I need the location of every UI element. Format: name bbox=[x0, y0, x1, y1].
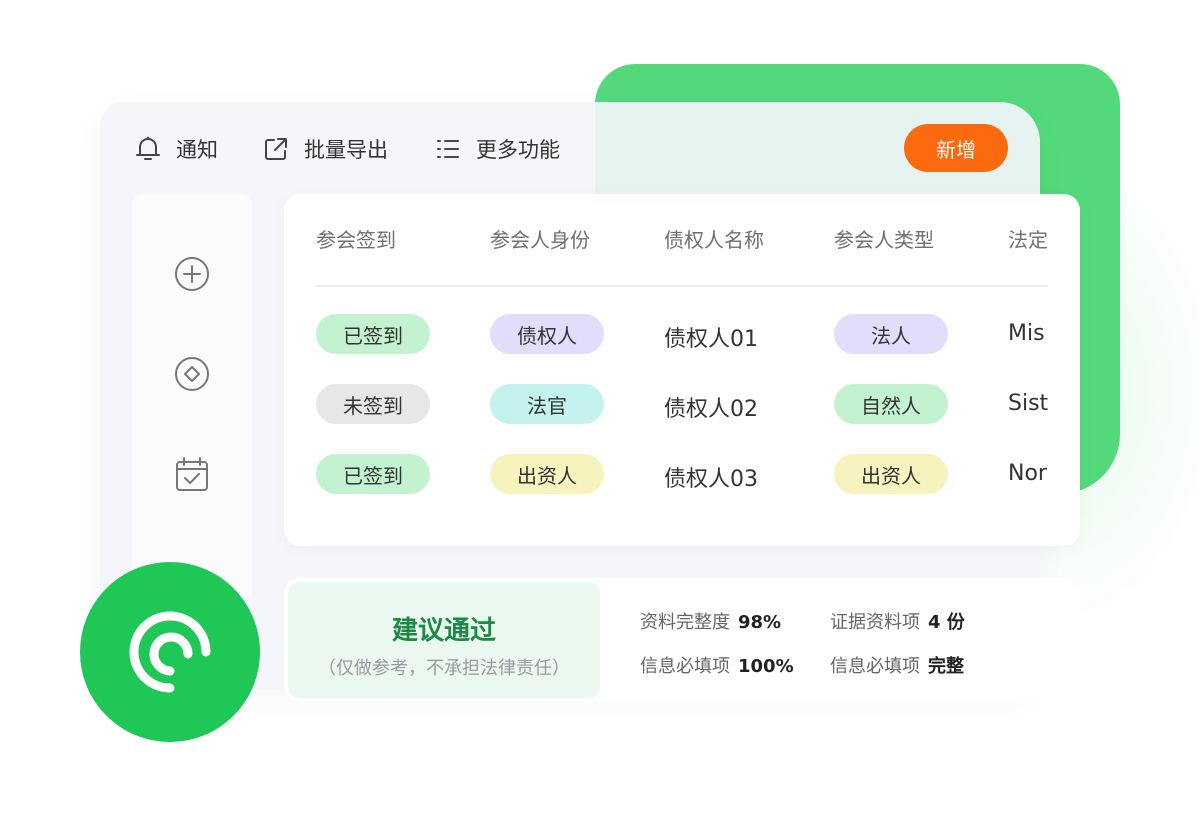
checkin-badge: 未签到 bbox=[316, 384, 430, 424]
batch-export-button[interactable]: 批量导出 bbox=[262, 134, 388, 164]
metric-completeness: 资料完整度 98% bbox=[640, 608, 781, 634]
more-functions-button[interactable]: 更多功能 bbox=[434, 134, 560, 164]
metric-label: 资料完整度 bbox=[640, 612, 730, 633]
recommendation-disclaimer: （仅做参考，不承担法律责任） bbox=[318, 658, 570, 679]
header-divider bbox=[316, 285, 1048, 287]
bell-icon bbox=[134, 135, 162, 163]
header-creditor-name: 债权人名称 bbox=[664, 228, 764, 252]
identity-badge: 债权人 bbox=[490, 314, 604, 354]
table-row[interactable]: 已签到 出资人 债权人03 出资人 Nor bbox=[284, 454, 1080, 494]
external-link-icon bbox=[262, 135, 290, 163]
checkin-badge: 已签到 bbox=[316, 454, 430, 494]
notice-button[interactable]: 通知 bbox=[134, 134, 218, 164]
identity-badge: 法官 bbox=[490, 384, 604, 424]
metric-required-status: 信息必填项 完整 bbox=[830, 652, 964, 678]
review-result-card: 建议通过 （仅做参考，不承担法律责任） 资料完整度 98% 证据资料项 4 份 信息… bbox=[284, 578, 1080, 702]
diamond-circle-icon[interactable] bbox=[172, 354, 212, 394]
metric-label: 信息必填项 bbox=[640, 656, 730, 677]
notice-label: 通知 bbox=[176, 138, 218, 162]
creditor-name: 债权人02 bbox=[664, 397, 758, 422]
calendar-check-icon[interactable] bbox=[172, 454, 212, 494]
metric-label: 证据资料项 bbox=[830, 612, 920, 633]
metric-value: 100% bbox=[738, 656, 794, 677]
recommendation-box: 建议通过 （仅做参考，不承担法律责任） bbox=[288, 582, 600, 698]
creditor-name: 债权人03 bbox=[664, 467, 758, 492]
checkin-badge: 已签到 bbox=[316, 314, 430, 354]
header-identity: 参会人身份 bbox=[490, 228, 590, 252]
type-badge: 自然人 bbox=[834, 384, 948, 424]
legal-rep: Nor bbox=[1008, 461, 1047, 486]
legal-rep: Sist bbox=[1008, 391, 1049, 416]
type-badge: 出资人 bbox=[834, 454, 948, 494]
metric-value: 98% bbox=[738, 612, 782, 633]
metric-value: 4 份 bbox=[928, 612, 965, 633]
metric-value: 完整 bbox=[928, 656, 964, 677]
sidebar bbox=[132, 194, 252, 614]
metric-label: 信息必填项 bbox=[830, 656, 920, 677]
legal-rep: Mis bbox=[1008, 321, 1045, 346]
metric-evidence: 证据资料项 4 份 bbox=[830, 608, 965, 634]
table-row[interactable]: 已签到 债权人 债权人01 法人 Mis bbox=[284, 314, 1080, 354]
type-badge: 法人 bbox=[834, 314, 948, 354]
creditor-name: 债权人01 bbox=[664, 327, 758, 352]
header-participant-type: 参会人类型 bbox=[834, 228, 934, 252]
plus-circle-icon[interactable] bbox=[172, 254, 212, 294]
export-label: 批量导出 bbox=[304, 138, 388, 162]
list-icon bbox=[434, 135, 462, 163]
add-new-button[interactable]: 新增 bbox=[904, 124, 1008, 172]
toolbar: 通知 批量导出 更多功能 新增 bbox=[100, 102, 1040, 194]
participant-table: 参会签到 参会人身份 债权人名称 参会人类型 法定 已签到 债权人 债权人01 … bbox=[284, 194, 1080, 546]
identity-badge: 出资人 bbox=[490, 454, 604, 494]
swirl-logo-icon bbox=[129, 611, 211, 693]
header-legal: 法定 bbox=[1008, 228, 1048, 252]
brand-logo bbox=[80, 562, 260, 742]
recommendation-title: 建议通过 bbox=[391, 616, 496, 646]
more-label: 更多功能 bbox=[476, 138, 560, 162]
table-row[interactable]: 未签到 法官 债权人02 自然人 Sist bbox=[284, 384, 1080, 424]
metric-required-percent: 信息必填项 100% bbox=[640, 652, 794, 678]
header-checkin: 参会签到 bbox=[316, 228, 396, 252]
